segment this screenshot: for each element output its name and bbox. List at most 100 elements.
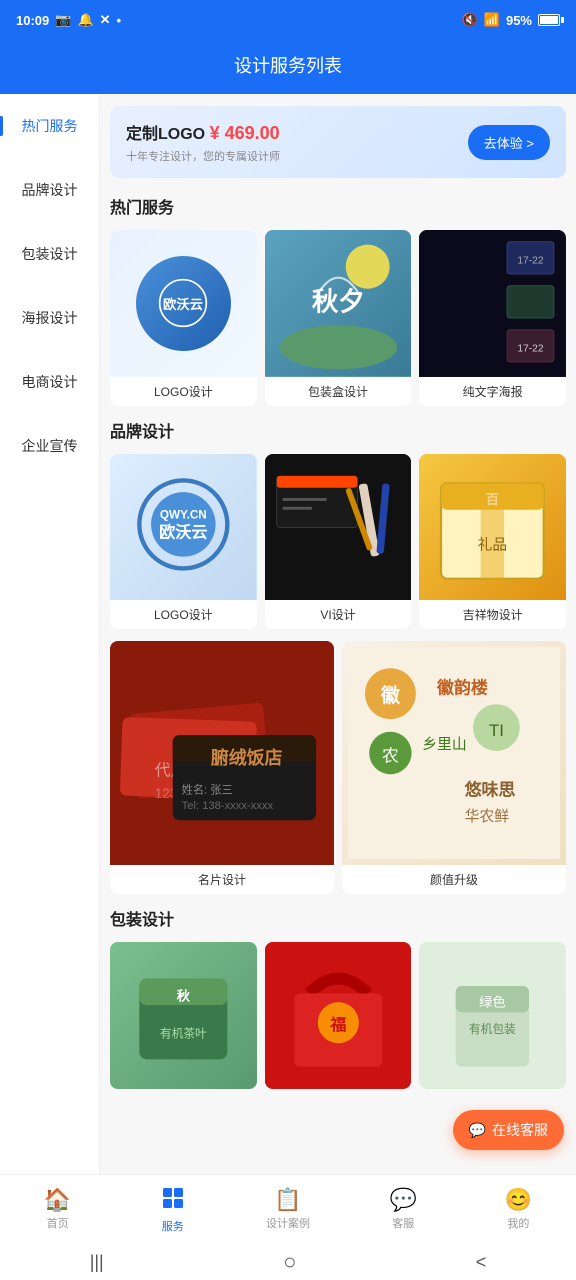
packaging-grid: 秋 有机茶叶 福 bbox=[110, 942, 566, 1089]
svg-text:华农鲜: 华农鲜 bbox=[465, 808, 510, 825]
brand-mascot-label: 吉祥物设计 bbox=[419, 600, 566, 629]
brand-mascot-card[interactable]: 百 礼品 吉祥物设计 bbox=[419, 454, 566, 630]
brand-vi-label: VI设计 bbox=[265, 600, 412, 629]
svg-text:悠味思: 悠味思 bbox=[464, 780, 516, 800]
promo-banner[interactable]: 定制LOGO ¥ 469.00 十年专注设计，您的专属设计师 去体验 > bbox=[110, 106, 566, 178]
brand-logo-label: LOGO设计 bbox=[110, 600, 257, 629]
system-bar: ||| ○ < bbox=[0, 1244, 576, 1280]
banner-price: ¥ 469.00 bbox=[210, 123, 280, 143]
brand-logo-image: QWY.CN 欧沃云 bbox=[110, 454, 257, 601]
brand-value-label: 颜值升级 bbox=[342, 865, 566, 894]
hot-logo-card[interactable]: 欧沃云 LOGO设计 bbox=[110, 230, 257, 406]
status-icons: 🔇 📶 95% bbox=[462, 12, 560, 28]
svg-text:欧沃云: 欧沃云 bbox=[159, 522, 207, 541]
sidebar-item-poster[interactable]: 海报设计 bbox=[0, 286, 99, 350]
svg-text:农: 农 bbox=[382, 747, 399, 766]
banner-subtitle: 十年专注设计，您的专属设计师 bbox=[126, 148, 280, 164]
brand-bizcard-card[interactable]: 代用者 123-4567-890 腑绒饭店 姓名: 张三 Tel: 138-xx… bbox=[110, 641, 334, 894]
packaging-greenbag-image: 绿色 有机包装 bbox=[419, 942, 566, 1089]
packaging-green-card[interactable]: 秋 有机茶叶 bbox=[110, 942, 257, 1089]
brand-row2-grid: 代用者 123-4567-890 腑绒饭店 姓名: 张三 Tel: 138-xx… bbox=[110, 641, 566, 894]
svg-text:有机茶叶: 有机茶叶 bbox=[160, 1027, 207, 1041]
back-btn[interactable]: < bbox=[476, 1252, 487, 1273]
brand-bizcard-image: 代用者 123-4567-890 腑绒饭店 姓名: 张三 Tel: 138-xx… bbox=[110, 641, 334, 865]
brand-row1-grid: QWY.CN 欧沃云 LOGO设计 bbox=[110, 454, 566, 630]
hot-poster-card[interactable]: 17-22 17-22 纯文字海报 bbox=[419, 230, 566, 406]
banner-btn[interactable]: 去体验 > bbox=[468, 125, 550, 160]
brand-vi-image bbox=[265, 454, 412, 601]
status-time: 10:09 📷 🔔 ✕ • bbox=[16, 12, 121, 28]
hot-poster-label: 纯文字海报 bbox=[419, 377, 566, 406]
sidebar: 热门服务 品牌设计 包装设计 海报设计 电商设计 企业宣传 bbox=[0, 94, 100, 1174]
packaging-redbag-card[interactable]: 福 bbox=[265, 942, 412, 1089]
nav-support[interactable]: 💬 客服 bbox=[346, 1189, 461, 1231]
nav-cases-label: 设计案例 bbox=[266, 1215, 310, 1231]
customer-service-btn[interactable]: 💬 在线客服 bbox=[453, 1110, 564, 1150]
sidebar-item-enterprise[interactable]: 企业宣传 bbox=[0, 414, 99, 478]
brand-value-image: 徽 徽韵楼 农 乡里山 TI 悠味思 华农鲜 bbox=[342, 641, 566, 865]
nav-profile-label: 我的 bbox=[507, 1215, 529, 1231]
banner-title: 定制LOGO bbox=[126, 126, 205, 143]
hot-services-title: 热门服务 bbox=[110, 194, 566, 218]
svg-text:秋: 秋 bbox=[177, 988, 191, 1004]
page-header: 设计服务列表 bbox=[0, 40, 576, 94]
sidebar-item-ecommerce[interactable]: 电商设计 bbox=[0, 350, 99, 414]
svg-text:绿色: 绿色 bbox=[479, 994, 505, 1010]
svg-text:17-22: 17-22 bbox=[518, 344, 545, 355]
sidebar-item-hot[interactable]: 热门服务 bbox=[0, 94, 99, 158]
cases-icon: 📋 bbox=[274, 1189, 301, 1211]
nav-services[interactable]: 服务 bbox=[115, 1186, 230, 1234]
brand-design-title: 品牌设计 bbox=[110, 418, 566, 442]
svg-text:TI: TI bbox=[489, 721, 504, 740]
battery-icon bbox=[538, 14, 560, 26]
packaging-greenbag-card[interactable]: 绿色 有机包装 bbox=[419, 942, 566, 1089]
svg-text:乡里山: 乡里山 bbox=[422, 736, 467, 753]
brand-mascot-image: 百 礼品 bbox=[419, 454, 566, 601]
svg-text:腑绒饭店: 腑绒饭店 bbox=[210, 748, 283, 769]
nav-support-label: 客服 bbox=[392, 1215, 414, 1231]
svg-text:17-22: 17-22 bbox=[518, 256, 545, 267]
packaging-design-title: 包装设计 bbox=[110, 906, 566, 930]
svg-text:姓名: 张三: 姓名: 张三 bbox=[182, 783, 233, 797]
brand-value-card[interactable]: 徽 徽韵楼 农 乡里山 TI 悠味思 华农鲜 颜值升级 bbox=[342, 641, 566, 894]
svg-text:礼品: 礼品 bbox=[478, 536, 507, 553]
svg-text:福: 福 bbox=[329, 1015, 346, 1034]
recents-btn[interactable]: ||| bbox=[90, 1252, 104, 1273]
cs-label: 在线客服 bbox=[492, 1120, 548, 1140]
svg-text:徽: 徽 bbox=[380, 684, 401, 707]
svg-text:徽韵楼: 徽韵楼 bbox=[436, 678, 488, 698]
content-area: 定制LOGO ¥ 469.00 十年专注设计，您的专属设计师 去体验 > 热门服… bbox=[100, 94, 576, 1174]
hot-packaging-card[interactable]: 秋夕 包装盒设计 bbox=[265, 230, 412, 406]
svg-text:欧沃云: 欧沃云 bbox=[163, 296, 203, 312]
nav-services-label: 服务 bbox=[162, 1218, 184, 1234]
svg-text:Tel: 138-xxxx-xxxx: Tel: 138-xxxx-xxxx bbox=[182, 800, 274, 812]
hot-services-grid: 欧沃云 LOGO设计 bbox=[110, 230, 566, 406]
hot-poster-image: 17-22 17-22 bbox=[419, 230, 566, 377]
sidebar-item-packaging[interactable]: 包装设计 bbox=[0, 222, 99, 286]
svg-text:QWY.CN: QWY.CN bbox=[160, 508, 207, 521]
home-btn[interactable]: ○ bbox=[283, 1249, 296, 1275]
support-icon: 💬 bbox=[390, 1189, 417, 1211]
brand-logo-card[interactable]: QWY.CN 欧沃云 LOGO设计 bbox=[110, 454, 257, 630]
services-icon bbox=[161, 1186, 185, 1214]
packaging-redbag-image: 福 bbox=[265, 942, 412, 1089]
home-icon: 🏠 bbox=[44, 1189, 71, 1211]
brand-bizcard-label: 名片设计 bbox=[110, 865, 334, 894]
nav-home[interactable]: 🏠 首页 bbox=[0, 1189, 115, 1231]
hot-logo-image: 欧沃云 bbox=[110, 230, 257, 377]
page-title: 设计服务列表 bbox=[234, 56, 342, 76]
packaging-green-image: 秋 有机茶叶 bbox=[110, 942, 257, 1089]
hot-packaging-label: 包装盒设计 bbox=[265, 377, 412, 406]
hot-logo-label: LOGO设计 bbox=[110, 377, 257, 406]
nav-profile[interactable]: 😊 我的 bbox=[461, 1189, 576, 1231]
nav-home-label: 首页 bbox=[47, 1215, 69, 1231]
status-bar: 10:09 📷 🔔 ✕ • 🔇 📶 95% bbox=[0, 0, 576, 40]
bottom-nav: 🏠 首页 服务 📋 设计案例 💬 客服 😊 我的 bbox=[0, 1174, 576, 1244]
sidebar-item-brand[interactable]: 品牌设计 bbox=[0, 158, 99, 222]
main-content: 热门服务 品牌设计 包装设计 海报设计 电商设计 企业宣传 定制LOGO ¥ 4… bbox=[0, 94, 576, 1174]
brand-vi-card[interactable]: VI设计 bbox=[265, 454, 412, 630]
svg-text:有机包装: 有机包装 bbox=[469, 1022, 516, 1036]
hot-packaging-image: 秋夕 bbox=[265, 230, 412, 377]
profile-icon: 😊 bbox=[505, 1189, 532, 1211]
nav-cases[interactable]: 📋 设计案例 bbox=[230, 1189, 345, 1231]
